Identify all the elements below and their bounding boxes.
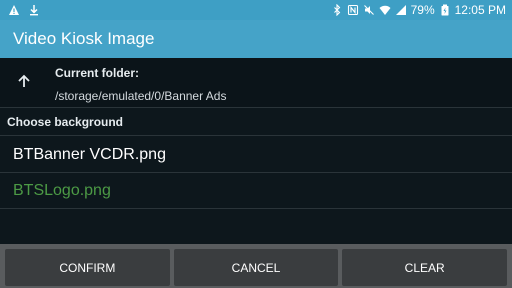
status-bar: 79% 12:05 PM	[0, 0, 512, 20]
action-button-bar: CONFIRM CANCEL CLEAR	[0, 244, 512, 288]
confirm-button[interactable]: CONFIRM	[5, 249, 170, 286]
battery-percent: 79%	[410, 3, 435, 17]
file-item-btslogo[interactable]: BTSLogo.png	[0, 173, 512, 209]
download-icon	[28, 4, 40, 16]
battery-icon	[439, 4, 451, 16]
clear-button[interactable]: CLEAR	[342, 249, 508, 286]
current-folder-path: /storage/emulated/0/Banner Ads	[55, 89, 227, 103]
current-folder-label: Current folder:	[55, 66, 139, 80]
cancel-button[interactable]: CANCEL	[173, 249, 339, 286]
app-title: Video Kiosk Image	[13, 29, 155, 48]
app-bar: Video Kiosk Image	[0, 20, 512, 58]
file-item-label: BTBanner VCDR.png	[13, 145, 166, 163]
warning-icon	[8, 4, 20, 16]
status-right: 79% 12:05 PM	[331, 4, 506, 16]
mute-icon	[363, 4, 375, 16]
choose-background-header: Choose background	[0, 108, 512, 136]
bluetooth-icon	[331, 4, 343, 16]
arrow-up-icon	[16, 73, 32, 94]
file-item-btbanner[interactable]: BTBanner VCDR.png	[0, 137, 512, 173]
status-left	[8, 4, 40, 16]
file-item-label: BTSLogo.png	[13, 181, 111, 199]
parent-folder-button[interactable]	[10, 70, 38, 96]
signal-icon	[395, 4, 407, 16]
current-folder-row: Current folder: /storage/emulated/0/Bann…	[0, 58, 512, 108]
nfc-icon	[347, 4, 359, 16]
wifi-icon	[379, 4, 391, 16]
choose-background-label: Choose background	[7, 114, 124, 129]
status-time: 12:05 PM	[454, 3, 506, 17]
